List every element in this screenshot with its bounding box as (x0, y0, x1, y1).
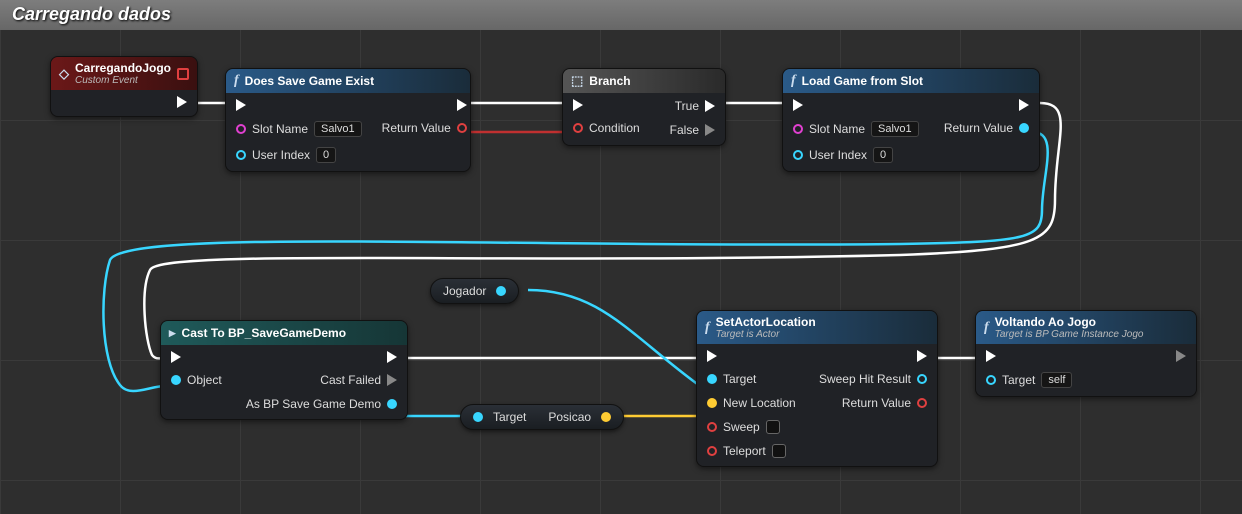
user-index-input[interactable]: 0 (873, 147, 893, 163)
exec-out-pin[interactable] (819, 350, 927, 362)
node-header: f Does Save Game Exist (226, 69, 470, 93)
event-icon: ◇ (59, 66, 69, 82)
teleport-pin[interactable]: Teleport (707, 444, 796, 458)
slot-name-input[interactable]: Salvo1 (871, 121, 919, 137)
blueprint-canvas[interactable]: Carregando dados ◇ CarregandoJogo Custom… (0, 0, 1242, 514)
node-load-game[interactable]: f Load Game from Slot Slot Name Salvo1 U… (782, 68, 1040, 172)
node-title: Cast To BP_SaveGameDemo (182, 326, 347, 340)
exec-in-pin[interactable] (236, 99, 362, 111)
panel-title: Carregando dados (0, 0, 1242, 30)
function-icon: f (984, 320, 989, 336)
user-index-pin[interactable]: User Index 0 (793, 147, 919, 163)
node-header: ⬚ Branch (563, 69, 725, 93)
target-label: Target (493, 410, 526, 424)
new-location-pin[interactable]: New Location (707, 396, 796, 410)
exec-out-pin[interactable] (382, 99, 467, 111)
false-exec-pin[interactable]: False (670, 123, 715, 137)
cast-failed-pin[interactable]: Cast Failed (246, 373, 397, 387)
variable-get-posicao[interactable]: Target Posicao (460, 404, 624, 430)
exec-out-pin[interactable] (246, 351, 397, 363)
node-title: Branch (589, 74, 630, 88)
return-value-pin[interactable]: Return Value (382, 121, 467, 135)
sweep-hit-pin[interactable]: Sweep Hit Result (819, 372, 927, 386)
target-input[interactable]: self (1041, 372, 1072, 388)
node-title: CarregandoJogo (75, 61, 171, 75)
cast-icon: ▸ (169, 325, 176, 341)
node-title: Load Game from Slot (802, 74, 923, 88)
exec-in-pin[interactable] (793, 99, 919, 111)
exec-in-pin[interactable] (986, 350, 1072, 362)
function-icon: f (791, 73, 796, 89)
node-subtitle: Target is BP Game Instance Jogo (995, 329, 1144, 340)
object-pin[interactable]: Object (171, 373, 222, 387)
output-pin[interactable] (496, 286, 506, 296)
exec-in-pin[interactable] (171, 351, 222, 363)
true-exec-pin[interactable]: True (670, 99, 715, 113)
node-header: f Load Game from Slot (783, 69, 1039, 93)
node-set-actor-location[interactable]: f SetActorLocation Target is Actor Targe… (696, 310, 938, 467)
teleport-checkbox[interactable] (772, 444, 786, 458)
posicao-label: Posicao (548, 410, 591, 424)
node-custom-event[interactable]: ◇ CarregandoJogo Custom Event (50, 56, 198, 117)
node-header: ▸ Cast To BP_SaveGameDemo (161, 321, 407, 345)
return-value-pin[interactable]: Return Value (819, 396, 927, 410)
node-subtitle: Target is Actor (716, 329, 816, 340)
function-icon: f (234, 73, 239, 89)
as-output-pin[interactable]: As BP Save Game Demo (246, 397, 397, 411)
user-index-pin[interactable]: User Index 0 (236, 147, 362, 163)
exec-in-pin[interactable] (707, 350, 796, 362)
target-pin[interactable] (473, 412, 483, 422)
delegate-pin[interactable] (177, 68, 189, 80)
branch-icon: ⬚ (571, 73, 583, 89)
node-voltando[interactable]: f Voltando Ao Jogo Target is BP Game Ins… (975, 310, 1197, 397)
return-value-pin[interactable]: Return Value (944, 121, 1029, 135)
node-cast[interactable]: ▸ Cast To BP_SaveGameDemo Object Cast Fa… (160, 320, 408, 420)
exec-out-pin[interactable] (1176, 350, 1186, 362)
target-pin[interactable]: Target (707, 372, 796, 386)
slot-name-input[interactable]: Salvo1 (314, 121, 362, 137)
variable-label: Jogador (443, 284, 486, 298)
user-index-input[interactable]: 0 (316, 147, 336, 163)
exec-out-pin[interactable] (944, 99, 1029, 111)
node-header: ◇ CarregandoJogo Custom Event (51, 57, 197, 90)
target-pin[interactable]: Target self (986, 372, 1072, 388)
exec-out-pin[interactable] (177, 96, 187, 108)
exec-in-pin[interactable] (573, 99, 640, 111)
variable-jogador[interactable]: Jogador (430, 278, 519, 304)
slot-name-pin[interactable]: Slot Name Salvo1 (793, 121, 919, 137)
node-subtitle: Custom Event (75, 75, 171, 86)
condition-pin[interactable]: Condition (573, 121, 640, 135)
output-pin[interactable] (601, 412, 611, 422)
slot-name-pin[interactable]: Slot Name Salvo1 (236, 121, 362, 137)
sweep-pin[interactable]: Sweep (707, 420, 796, 434)
function-icon: f (705, 320, 710, 336)
node-header: f Voltando Ao Jogo Target is BP Game Ins… (976, 311, 1196, 344)
node-title: Voltando Ao Jogo (995, 315, 1096, 329)
node-branch[interactable]: ⬚ Branch Condition True False (562, 68, 726, 146)
node-does-save-exist[interactable]: f Does Save Game Exist Slot Name Salvo1 … (225, 68, 471, 172)
node-title: SetActorLocation (716, 315, 816, 329)
sweep-checkbox[interactable] (766, 420, 780, 434)
node-title: Does Save Game Exist (245, 74, 374, 88)
node-header: f SetActorLocation Target is Actor (697, 311, 937, 344)
